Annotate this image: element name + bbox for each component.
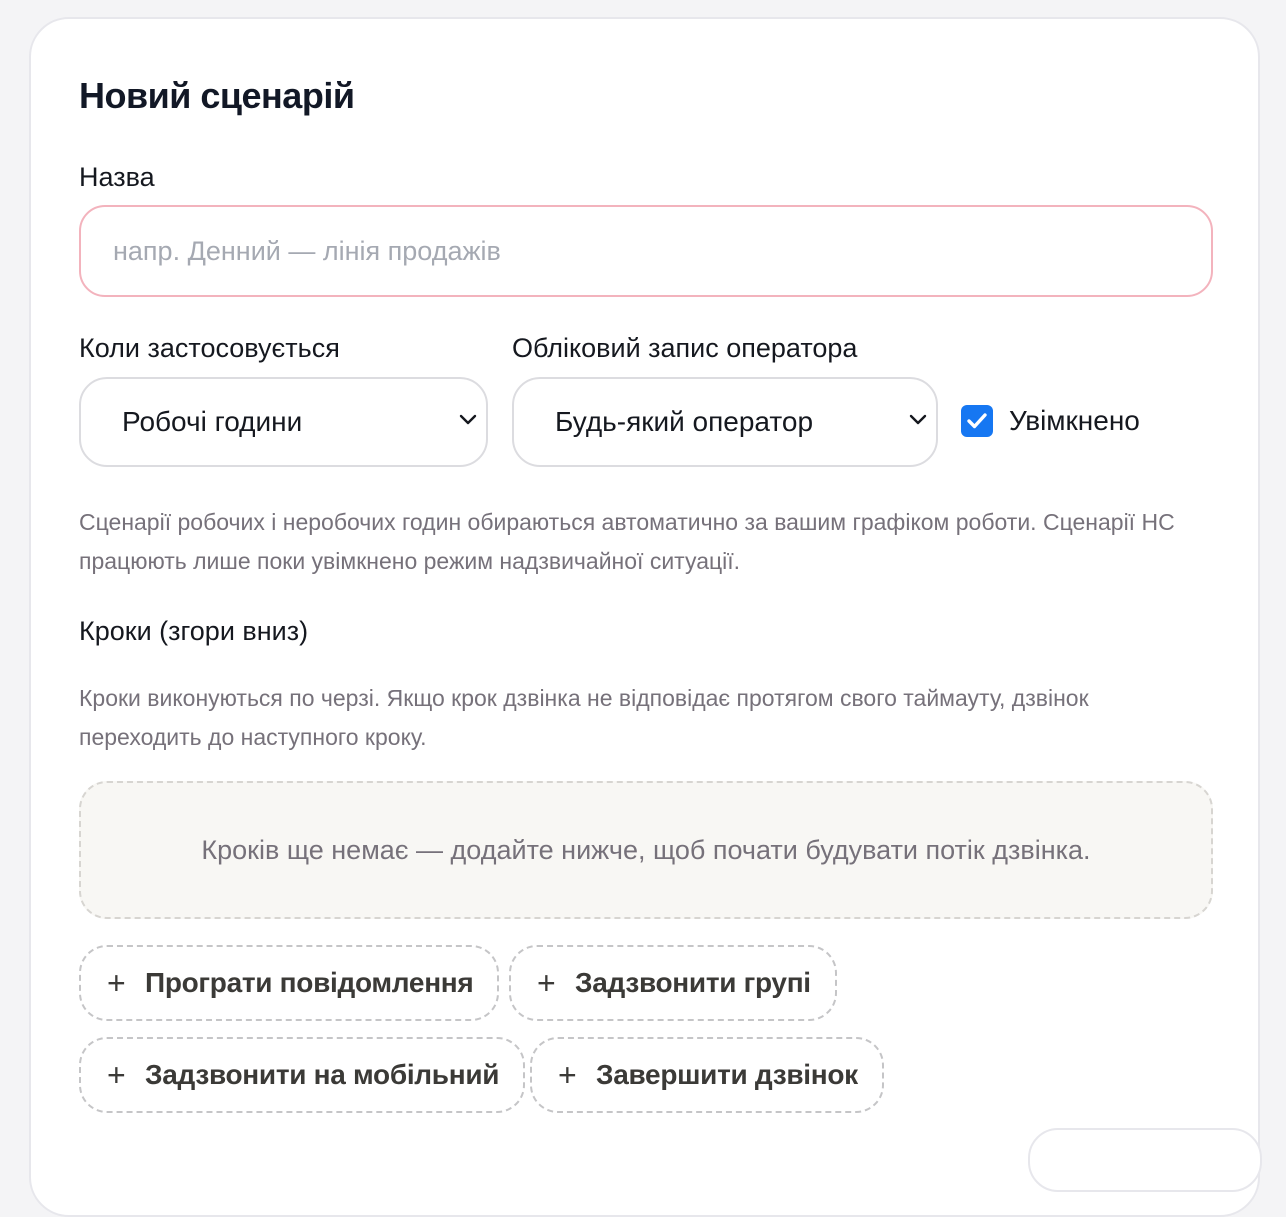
scenario-form-card: Новий сценарій Назва Коли застосовується…: [29, 17, 1260, 1217]
add-call-group-label: Задзвонити групі: [575, 967, 811, 998]
form-title: Новий сценарій: [79, 75, 355, 116]
add-call-mobile-label: Задзвонити на мобільний: [145, 1059, 500, 1090]
checkmark-icon: [967, 413, 987, 429]
plus-icon: +: [107, 1057, 126, 1093]
when-select-value: Робочі години: [122, 406, 303, 437]
steps-label: Кроки (згори вниз): [79, 616, 309, 646]
name-input[interactable]: [79, 205, 1213, 297]
when-select[interactable]: Робочі години: [79, 377, 488, 467]
operator-label: Обліковий запис оператора: [512, 333, 858, 363]
plus-icon: +: [107, 965, 126, 1001]
operator-select-value: Будь-який оператор: [555, 406, 814, 437]
plus-icon: +: [558, 1057, 577, 1093]
steps-help-text: Кроки виконуються по черзі. Якщо крок дз…: [79, 685, 1089, 750]
plus-icon: +: [537, 965, 556, 1001]
add-end-call-button[interactable]: + Завершити дзвінок: [530, 1037, 884, 1113]
schedule-help-text: Сценарії робочих і неробочих годин обира…: [79, 509, 1175, 574]
add-play-message-button[interactable]: + Програти повідомлення: [79, 945, 500, 1021]
add-end-call-label: Завершити дзвінок: [596, 1059, 858, 1090]
enabled-label: Увімкнено: [1009, 405, 1140, 436]
operator-select[interactable]: Будь-який оператор: [512, 377, 938, 467]
add-call-mobile-button[interactable]: + Задзвонити на мобільний: [79, 1037, 526, 1113]
steps-empty-state: Кроків ще немає — додайте нижче, щоб поч…: [79, 781, 1213, 919]
enabled-checkbox[interactable]: [961, 405, 993, 437]
add-play-message-label: Програти повідомлення: [145, 967, 474, 998]
chevron-down-icon: [909, 414, 927, 425]
name-label: Назва: [79, 162, 155, 192]
chevron-down-icon: [459, 414, 477, 425]
when-label: Коли застосовується: [79, 333, 340, 363]
steps-empty-text: Кроків ще немає — додайте нижче, щоб поч…: [201, 834, 1091, 865]
add-call-group-button[interactable]: + Задзвонити групі: [509, 945, 837, 1021]
enabled-toggle[interactable]: Увімкнено: [961, 405, 1140, 437]
partial-button-offscreen[interactable]: [1028, 1128, 1262, 1192]
